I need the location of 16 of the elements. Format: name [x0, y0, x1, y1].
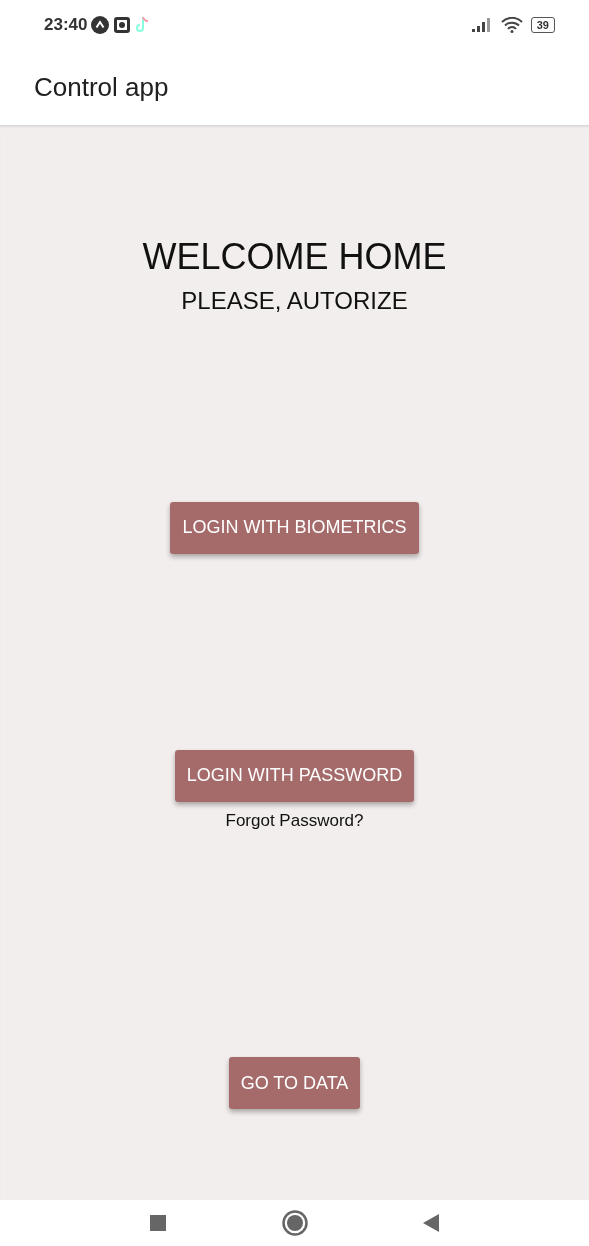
back-icon[interactable] [423, 1214, 439, 1232]
home-icon[interactable] [281, 1210, 308, 1236]
wifi-icon [500, 17, 523, 33]
screenshot-icon [113, 16, 132, 34]
clock: 23:40 [44, 14, 88, 37]
forgot-password-link[interactable]: Forgot Password? [225, 807, 364, 834]
subtitle: PLEASE, AUTORIZE [181, 285, 408, 316]
battery-level: 39 [530, 17, 555, 33]
app-title: Control app [34, 71, 169, 104]
action-button[interactable]: LOGIN WITH PASSWORD [174, 749, 415, 802]
action-button[interactable]: GO TO DATA [228, 1057, 361, 1110]
notification-icon [91, 16, 110, 34]
welcome-heading: WELCOME HOME [142, 237, 447, 277]
music-note-icon [135, 16, 150, 34]
signal-icon [470, 18, 493, 32]
action-button[interactable]: LOGIN WITH BIOMETRICS [170, 501, 419, 554]
